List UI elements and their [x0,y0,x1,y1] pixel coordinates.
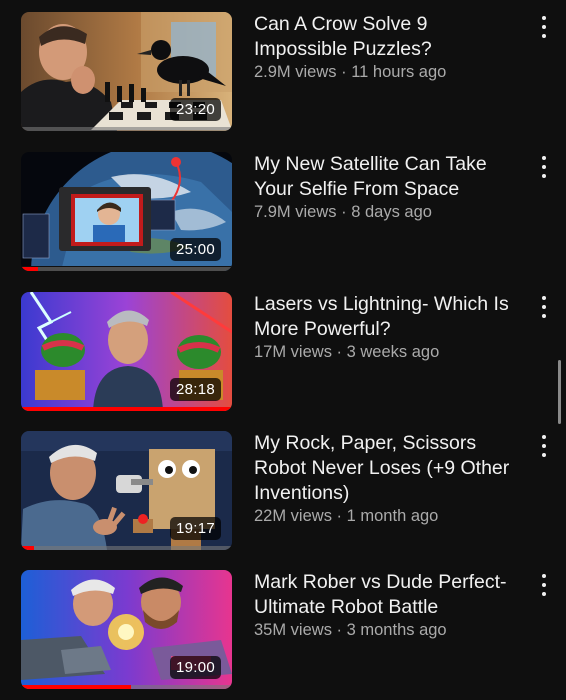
video-title: My New Satellite Can Take Your Selfie Fr… [254,153,487,200]
video-duration: 23:20 [169,98,221,121]
video-info[interactable]: My Rock, Paper, Scissors Robot Never Los… [254,431,522,526]
video-title: Can A Crow Solve 9 Impossible Puzzles? [254,13,432,60]
view-count: 2.9M views [254,63,337,81]
video-info[interactable]: Mark Rober vs Dude Perfect- Ultimate Rob… [254,570,522,640]
video-title: Lasers vs Lightning- Which Is More Power… [254,293,509,340]
video-info[interactable]: Can A Crow Solve 9 Impossible Puzzles? 2… [254,12,522,82]
video-thumbnail[interactable]: 23:20 [21,12,232,131]
video-title: Mark Rober vs Dude Perfect- Ultimate Rob… [254,571,507,618]
watch-progress-track [21,267,232,271]
video-meta: 17M views · 3 weeks ago [254,342,522,362]
meta-separator: · [336,203,352,221]
video-duration: 25:00 [169,238,221,261]
video-item[interactable]: 25:00 My New Satellite Can Take Your Sel… [0,152,566,277]
view-count: 17M views [254,343,332,361]
meta-separator: · [331,621,347,639]
meta-separator: · [336,63,352,81]
video-item[interactable]: 28:18 Lasers vs Lightning- Which Is More… [0,292,566,417]
more-options-icon[interactable] [536,574,552,596]
more-options-icon[interactable] [536,156,552,178]
watch-progress-track [21,407,232,411]
video-meta: 2.9M views · 11 hours ago [254,62,522,82]
video-duration: 19:17 [169,517,221,540]
watch-progress-track [21,127,232,131]
video-meta: 22M views · 1 month ago [254,506,522,526]
video-thumbnail[interactable]: 19:17 [21,431,232,550]
video-title: My Rock, Paper, Scissors Robot Never Los… [254,432,510,504]
upload-age: 1 month ago [346,507,439,525]
video-item[interactable]: 23:20 Can A Crow Solve 9 Impossible Puzz… [0,12,566,137]
watch-progress-fill [21,407,232,411]
upload-age: 3 months ago [346,621,447,639]
watch-progress-fill [21,267,38,271]
video-meta: 35M views · 3 months ago [254,620,522,640]
video-thumbnail[interactable]: 28:18 [21,292,232,411]
upload-age: 3 weeks ago [346,343,440,361]
upload-age: 8 days ago [351,203,432,221]
video-duration: 19:00 [169,656,221,679]
video-thumbnail[interactable]: 19:00 [21,570,232,689]
video-info[interactable]: My New Satellite Can Take Your Selfie Fr… [254,152,522,222]
meta-separator: · [331,343,347,361]
video-thumbnail[interactable]: 25:00 [21,152,232,271]
video-list: 23:20 Can A Crow Solve 9 Impossible Puzz… [0,0,566,700]
view-count: 22M views [254,507,332,525]
watch-progress-fill [21,546,34,550]
video-duration: 28:18 [169,378,221,401]
meta-separator: · [331,507,347,525]
video-meta: 7.9M views · 8 days ago [254,202,522,222]
video-info[interactable]: Lasers vs Lightning- Which Is More Power… [254,292,522,362]
watch-progress-fill [21,685,131,689]
more-options-icon[interactable] [536,296,552,318]
more-options-icon[interactable] [536,16,552,38]
scrollbar-thumb[interactable] [558,360,561,424]
more-options-icon[interactable] [536,435,552,457]
video-item[interactable]: 19:00 Mark Rober vs Dude Perfect- Ultima… [0,570,566,695]
video-item[interactable]: 19:17 My Rock, Paper, Scissors Robot Nev… [0,431,566,556]
view-count: 35M views [254,621,332,639]
view-count: 7.9M views [254,203,337,221]
watch-progress-track [21,546,232,550]
upload-age: 11 hours ago [351,63,447,81]
watch-progress-track [21,685,232,689]
